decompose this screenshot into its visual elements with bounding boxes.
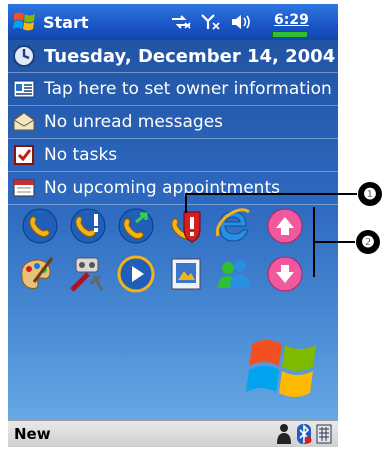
today-date: Tuesday, December 14, 2004: [44, 45, 336, 67]
battery-icon: [272, 31, 308, 38]
keyboard-icon[interactable]: [316, 423, 332, 445]
windows-start-icon[interactable]: [12, 10, 38, 34]
callout-1-drop: [185, 193, 187, 213]
paint-icon[interactable]: [16, 254, 56, 294]
envelope-icon: [13, 112, 35, 131]
system-tray: [276, 423, 332, 445]
status-icons: [170, 12, 252, 32]
callout-1-marker: ❶: [358, 182, 382, 206]
windows-logo: [246, 340, 316, 397]
today-appointments-row[interactable]: No upcoming appointments: [8, 172, 338, 205]
picture-viewer-icon[interactable]: [166, 254, 206, 294]
signal-off-icon[interactable]: [200, 13, 222, 31]
connectivity-icon[interactable]: [170, 13, 192, 31]
scroll-up-icon[interactable]: [265, 206, 305, 246]
bluetooth-icon[interactable]: [296, 423, 312, 445]
owner-info: Tap here to set owner information: [44, 79, 332, 99]
pocketpc-screen: Start 6:29 Tuesday, December 14, 2004 Ta…: [8, 4, 338, 447]
phone-icon[interactable]: [20, 206, 60, 246]
media-tools-icon[interactable]: [66, 254, 106, 294]
speaker-icon[interactable]: [230, 13, 252, 31]
new-button[interactable]: New: [14, 425, 51, 443]
today-date-row[interactable]: Tuesday, December 14, 2004: [8, 40, 338, 73]
today-messages-row[interactable]: No unread messages: [8, 106, 338, 139]
calendar-icon: [13, 179, 35, 197]
callout-2-line: [313, 241, 355, 243]
messenger-icon[interactable]: [214, 254, 254, 294]
soft-key-bar: New: [8, 420, 338, 447]
clock-face-icon: [13, 45, 35, 67]
person-icon[interactable]: [276, 423, 292, 445]
today-owner-row[interactable]: Tap here to set owner information: [8, 73, 338, 106]
scroll-down-icon[interactable]: [265, 254, 305, 294]
clock[interactable]: 6:29: [274, 12, 309, 28]
internet-explorer-icon[interactable]: [213, 206, 253, 246]
callout-2-marker: ❷: [356, 230, 380, 254]
phone-alert-icon[interactable]: [68, 206, 108, 246]
owner-card-icon: [13, 80, 35, 98]
callout-1-line: [185, 193, 357, 195]
phone-forward-icon[interactable]: [116, 206, 156, 246]
start-menu-label[interactable]: Start: [43, 13, 89, 32]
taskbar: Start 6:29: [8, 4, 338, 40]
today-items: Tuesday, December 14, 2004 Tap here to s…: [8, 40, 338, 205]
today-tasks-row[interactable]: No tasks: [8, 139, 338, 172]
tasks-checkbox-icon: [14, 145, 34, 165]
messages-status: No unread messages: [44, 112, 224, 132]
tasks-status: No tasks: [44, 145, 118, 165]
appointments-status: No upcoming appointments: [44, 178, 280, 198]
media-player-icon[interactable]: [116, 254, 156, 294]
